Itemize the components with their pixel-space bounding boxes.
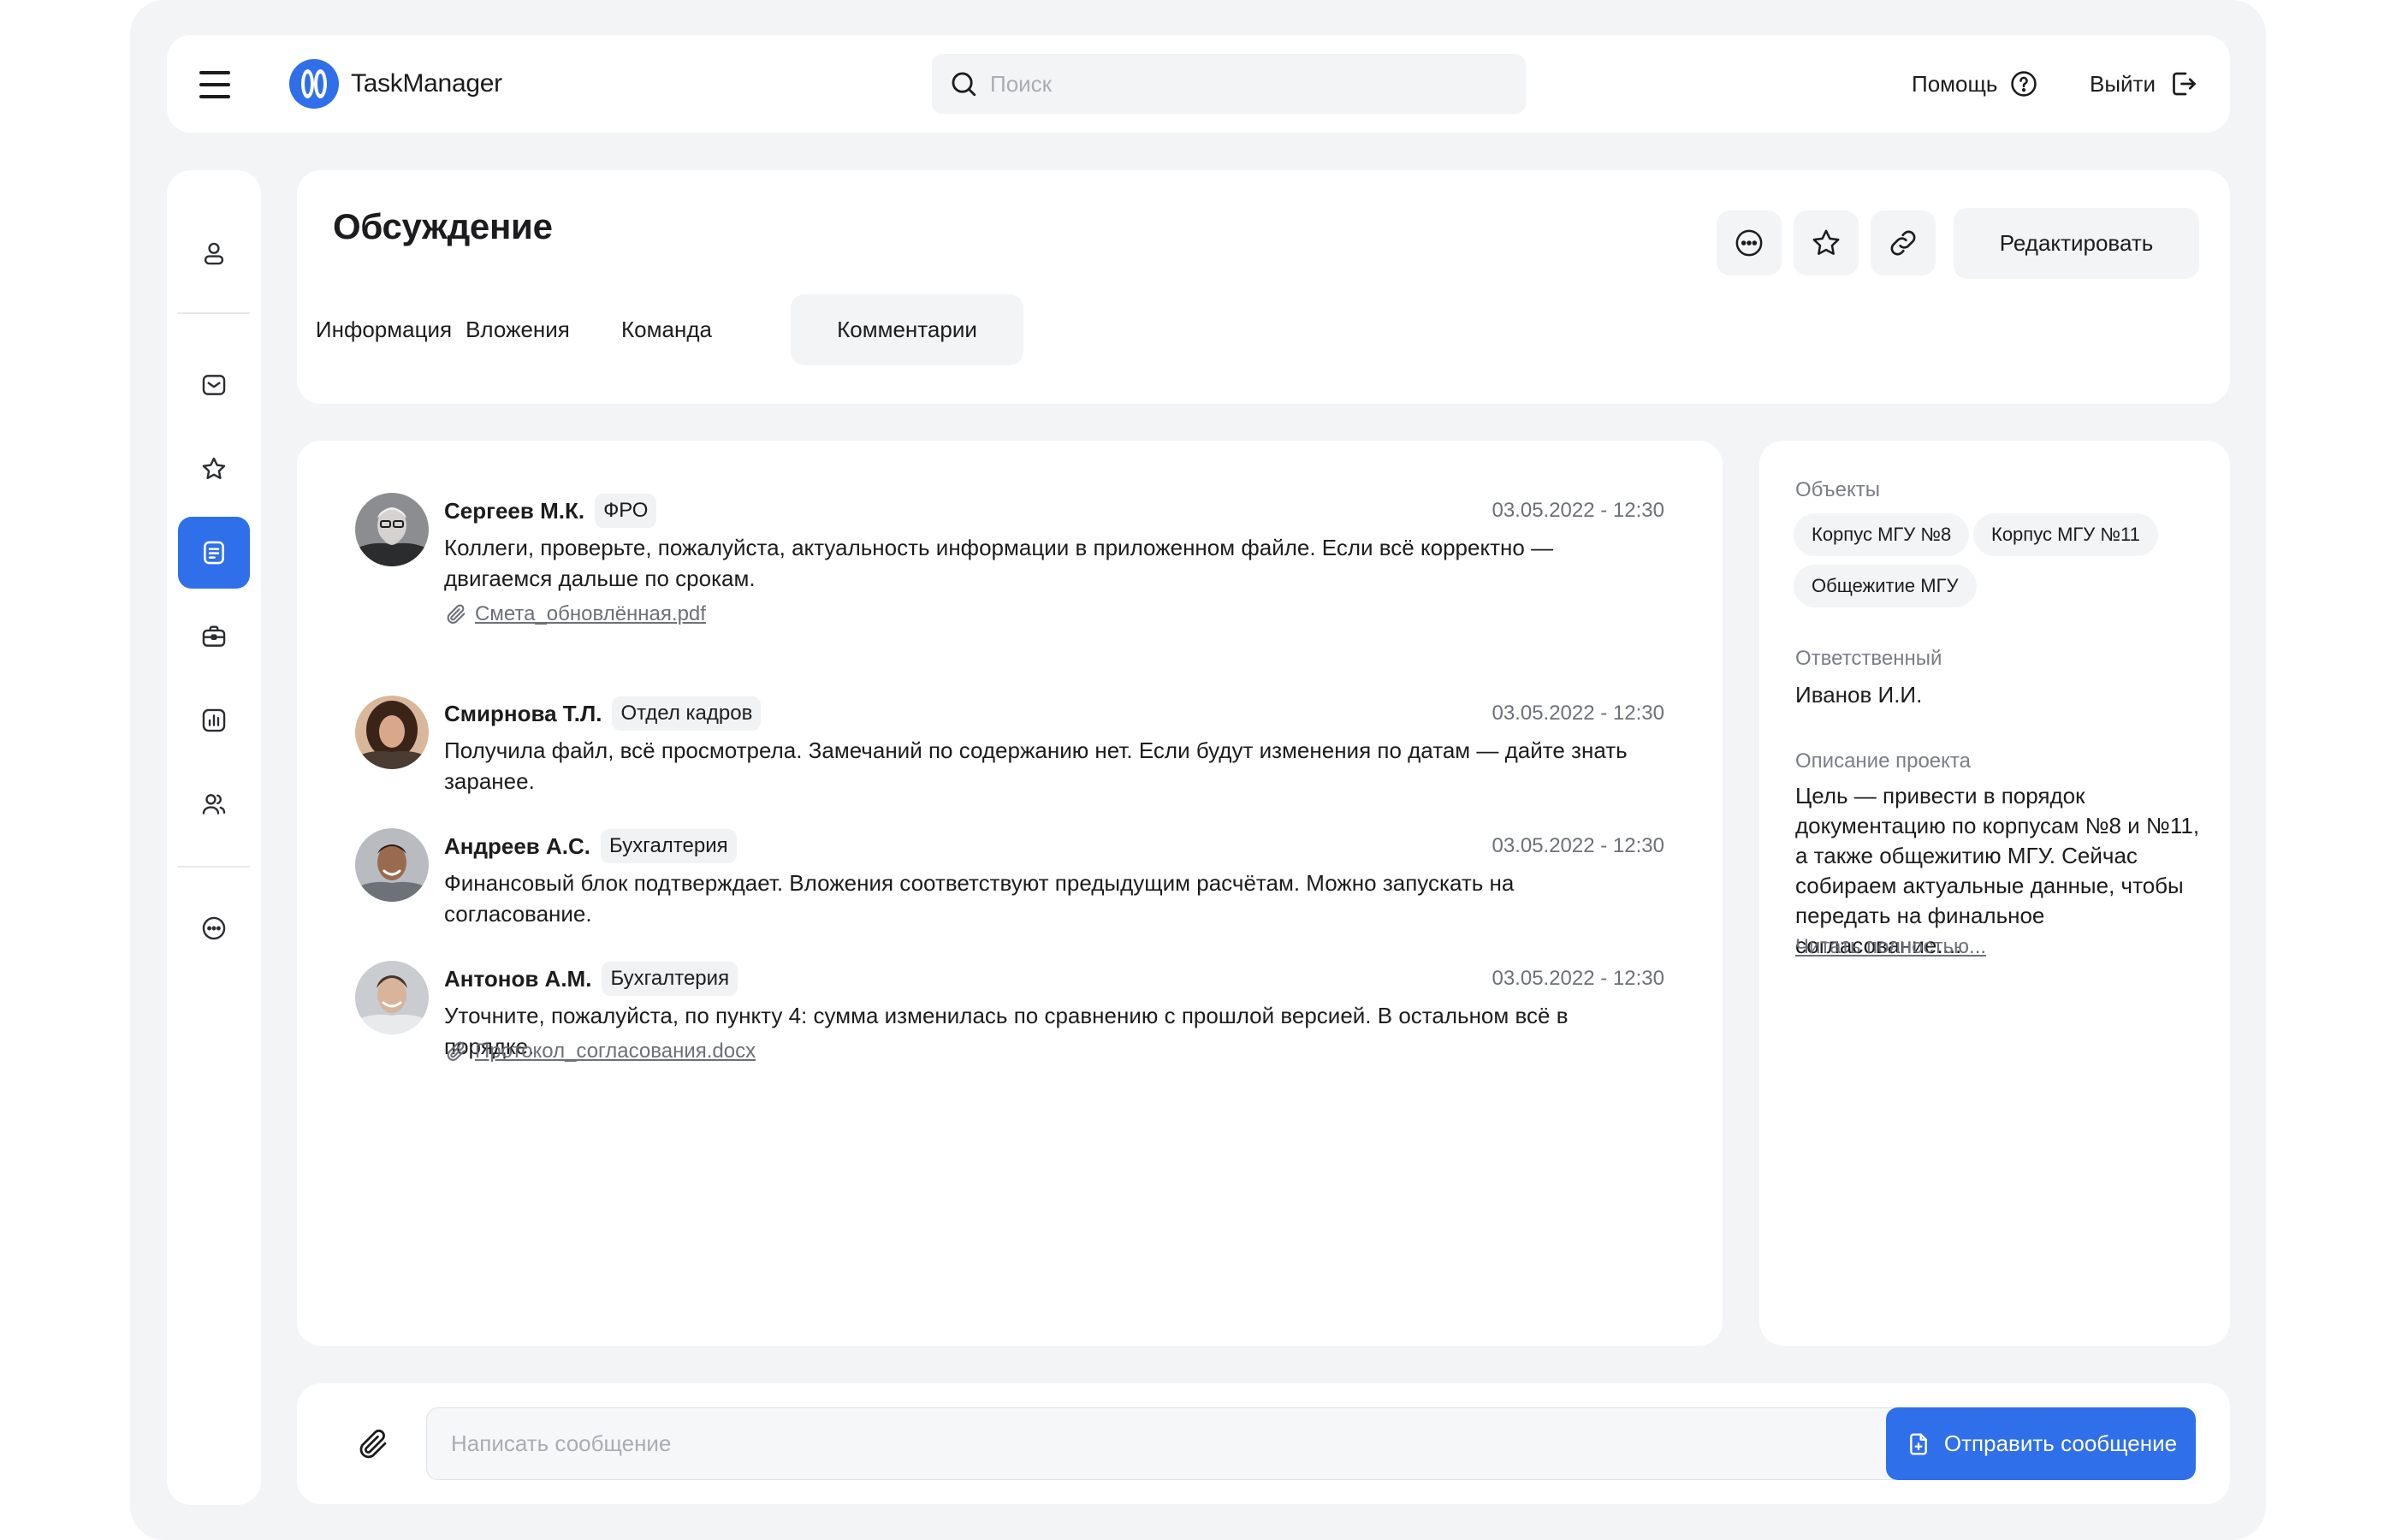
attachment-link[interactable]: Протокол_согласования.docx xyxy=(475,1040,756,1063)
description-label: Описание проекта xyxy=(1795,749,1971,773)
comment-author[interactable]: Сергеев М.К. xyxy=(444,498,584,524)
star-icon xyxy=(1812,229,1840,255)
department-badge: ФРО xyxy=(595,494,657,528)
sidebar-divider xyxy=(178,866,250,868)
comment-timestamp: 03.05.2022 - 12:30 xyxy=(1492,702,1664,725)
users-icon xyxy=(202,794,226,814)
help-icon xyxy=(2011,71,2037,97)
help-label: Помощь xyxy=(1912,70,1998,97)
brand[interactable]: TaskManager xyxy=(289,59,502,109)
sidebar-item-reports[interactable] xyxy=(178,684,250,756)
page-title: Обсуждение xyxy=(333,206,553,246)
sidebar-item-chat[interactable] xyxy=(178,892,250,964)
comment-timestamp: 03.05.2022 - 12:30 xyxy=(1492,967,1664,990)
comment-header: Смирнова Т.Л. Отдел кадров xyxy=(444,696,762,732)
comment-item: Андреев А.С. Бухгалтерия 03.05.2022 - 12… xyxy=(355,828,1664,927)
project-details: Объекты Корпус МГУ №8 Корпус МГУ №11 Общ… xyxy=(1759,441,2230,1346)
edit-button[interactable]: Редактировать xyxy=(1954,208,2199,279)
user-icon xyxy=(204,242,224,265)
sidebar-item-favorites[interactable] xyxy=(178,433,250,505)
message-composer: Отправить сообщение xyxy=(297,1383,2230,1504)
paperclip-icon xyxy=(447,604,466,624)
comment-author[interactable]: Смирнова Т.Л. xyxy=(444,701,602,727)
chart-icon xyxy=(202,708,226,732)
help-link[interactable]: Помощь xyxy=(1912,62,2038,105)
responsible-label: Ответственный xyxy=(1795,647,1942,670)
avatar[interactable] xyxy=(355,493,429,566)
comment-author[interactable]: Андреев А.С. xyxy=(444,833,590,860)
comment-text: Финансовый блок подтверждает. Вложения с… xyxy=(444,870,1515,927)
object-chip[interactable]: Корпус МГУ №8 xyxy=(1794,513,1970,556)
comment-header: Антонов А.М. Бухгалтерия xyxy=(444,961,738,997)
tab-information[interactable]: Информация xyxy=(316,294,452,365)
favorite-button[interactable] xyxy=(1794,210,1859,275)
comment-timestamp: 03.05.2022 - 12:30 xyxy=(1492,834,1664,857)
tab-team[interactable]: Команда xyxy=(607,294,727,365)
object-chip[interactable]: Корпус МГУ №11 xyxy=(1973,513,2158,556)
star-icon xyxy=(202,457,226,479)
app-name: TaskManager xyxy=(351,69,502,98)
comment-text: Коллеги, проверьте, пожалуйста, актуальн… xyxy=(444,535,1554,591)
comment-header: Сергеев М.К. ФРО xyxy=(444,493,657,529)
logo-icon xyxy=(289,59,339,109)
search-box[interactable] xyxy=(932,54,1526,114)
comment-header: Андреев А.С. Бухгалтерия xyxy=(444,828,737,864)
search-icon xyxy=(952,72,976,97)
avatar[interactable] xyxy=(355,696,429,769)
logout-label: Выйти xyxy=(2090,70,2156,97)
avatar[interactable] xyxy=(355,961,429,1034)
link-icon xyxy=(1890,230,1916,256)
sidebar-item-mail[interactable] xyxy=(178,349,250,421)
search-input[interactable] xyxy=(990,70,1469,98)
sidebar xyxy=(167,170,261,1505)
mail-icon xyxy=(202,375,226,395)
tab-comments[interactable]: Комментарии xyxy=(791,294,1023,365)
page-header: Обсуждение Редактировать Информация Влож… xyxy=(297,170,2230,404)
object-chip[interactable]: Общежитие МГУ xyxy=(1794,565,1977,607)
chat-icon xyxy=(202,916,226,940)
paperclip-icon xyxy=(359,1429,387,1459)
comment-item: Смирнова Т.Л. Отдел кадров 03.05.2022 - … xyxy=(355,696,1664,794)
comment-icon xyxy=(1735,229,1763,257)
attachment-link[interactable]: Смета_обновлённая.pdf xyxy=(475,602,706,626)
objects-label: Объекты xyxy=(1795,478,1880,501)
copy-link-button[interactable] xyxy=(1871,210,1936,275)
logout-icon xyxy=(2173,72,2196,96)
comment-attachment[interactable]: Протокол_согласования.docx xyxy=(444,1036,756,1067)
description-text: Цель — привести в порядок документацию п… xyxy=(1795,783,2200,958)
send-message-button[interactable]: Отправить сообщение xyxy=(1886,1407,2196,1480)
message-input[interactable] xyxy=(426,1407,1905,1480)
sidebar-item-team[interactable] xyxy=(178,768,250,840)
comment-attachment[interactable]: Смета_обновлённая.pdf xyxy=(444,599,706,630)
sidebar-item-profile[interactable] xyxy=(178,217,250,289)
briefcase-icon xyxy=(202,625,226,647)
avatar[interactable] xyxy=(355,828,429,902)
menu-icon[interactable] xyxy=(196,66,234,104)
tab-attachments[interactable]: Вложения xyxy=(459,294,577,365)
top-bar: TaskManager Помощь Выйти xyxy=(167,35,2230,133)
sidebar-divider xyxy=(178,312,250,314)
responsible-value: Иванов И.И. xyxy=(1795,682,1923,708)
comment-timestamp: 03.05.2022 - 12:30 xyxy=(1492,499,1664,522)
comment-item: Сергеев М.К. ФРО 03.05.2022 - 12:30 Колл… xyxy=(355,493,1664,630)
comments-panel: Сергеев М.К. ФРО 03.05.2022 - 12:30 Колл… xyxy=(297,441,1723,1346)
department-badge: Бухгалтерия xyxy=(601,829,737,863)
comment-item: Антонов А.М. Бухгалтерия 03.05.2022 - 12… xyxy=(355,961,1664,1081)
comment-author[interactable]: Антонов А.М. xyxy=(444,966,591,992)
sidebar-item-projects[interactable] xyxy=(178,601,250,672)
read-more-link[interactable]: Читать полностью... xyxy=(1795,935,1986,959)
comment-text: Получила файл, всё просмотрела. Замечани… xyxy=(444,737,1628,794)
paperclip-icon xyxy=(447,1041,466,1061)
comment-button[interactable] xyxy=(1717,210,1782,275)
send-label: Отправить сообщение xyxy=(1943,1430,2178,1456)
attach-button[interactable] xyxy=(352,1423,394,1466)
document-icon xyxy=(204,541,224,565)
sidebar-item-documents[interactable] xyxy=(178,517,250,589)
logout-link[interactable]: Выйти xyxy=(2090,62,2198,105)
send-file-icon xyxy=(1910,1432,1927,1455)
department-badge: Бухгалтерия xyxy=(602,962,738,996)
department-badge: Отдел кадров xyxy=(612,696,762,731)
